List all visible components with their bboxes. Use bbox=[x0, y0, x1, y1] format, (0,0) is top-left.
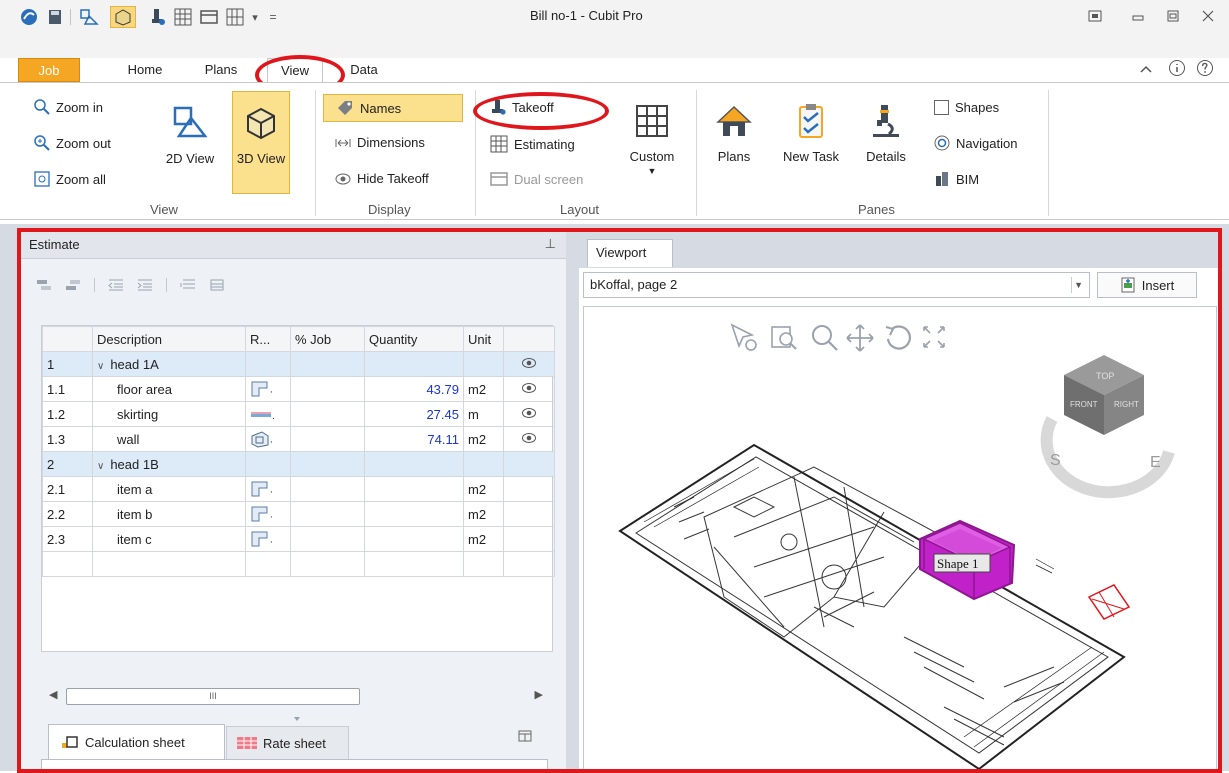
screen-layout-icon[interactable] bbox=[1081, 5, 1109, 27]
maximize-icon[interactable] bbox=[1159, 5, 1187, 27]
navigation-label: Navigation bbox=[956, 135, 1018, 151]
custom-layout-large-icon bbox=[636, 105, 668, 137]
estimating-button[interactable]: Estimating bbox=[490, 135, 575, 153]
bim-icon bbox=[936, 172, 948, 186]
custom-layout-icon[interactable] bbox=[224, 6, 246, 28]
plans-pane-label: Plans bbox=[717, 149, 751, 164]
plans-pane-button[interactable]: Plans bbox=[706, 102, 762, 164]
tab-home[interactable]: Home bbox=[118, 58, 172, 82]
dimensions-label: Dimensions bbox=[357, 135, 425, 150]
ribbon-separator bbox=[1048, 90, 1049, 216]
custom-layout-button[interactable]: Custom ▼ bbox=[622, 102, 682, 176]
group-label-layout: Layout bbox=[560, 202, 600, 217]
group-label-display: Display bbox=[368, 202, 411, 217]
title-bar: ▾ = Bill no-1 - Cubit Pro bbox=[0, 0, 1229, 58]
close-icon[interactable] bbox=[1194, 5, 1222, 27]
ribbon-collapse-icon[interactable] bbox=[1139, 62, 1153, 79]
hide-takeoff-label: Hide Takeoff bbox=[357, 171, 429, 186]
custom-dropdown-icon[interactable]: ▼ bbox=[622, 166, 682, 176]
hide-takeoff-button[interactable]: Hide Takeoff bbox=[335, 171, 429, 186]
info-icon[interactable] bbox=[1168, 59, 1186, 80]
3d-view-button[interactable]: 3D View bbox=[232, 91, 290, 194]
save-icon[interactable] bbox=[44, 6, 66, 28]
bim-pane-toggle[interactable]: BIM bbox=[934, 171, 979, 187]
3d-view-icon[interactable] bbox=[110, 6, 136, 28]
shapes-pane-toggle[interactable]: Shapes bbox=[934, 100, 999, 115]
details-label: Details bbox=[866, 149, 906, 164]
3d-view-label: 3D View bbox=[236, 151, 286, 166]
group-label-view: View bbox=[150, 202, 178, 217]
dimensions-icon bbox=[335, 138, 351, 147]
eye-icon bbox=[335, 173, 351, 184]
tab-data[interactable]: Data bbox=[340, 58, 388, 82]
shapes-checkbox[interactable] bbox=[934, 100, 949, 115]
names-label: Names bbox=[360, 100, 402, 116]
minimize-icon[interactable] bbox=[1124, 5, 1152, 27]
clipboard-icon bbox=[799, 104, 823, 138]
tab-job[interactable]: Job bbox=[18, 58, 80, 82]
zoom-all-label: Zoom all bbox=[56, 171, 106, 187]
dual-screen-label: Dual screen bbox=[514, 171, 584, 187]
dual-screen-icon bbox=[490, 172, 508, 186]
zoom-all-button[interactable]: Zoom all bbox=[34, 171, 106, 187]
zoom-out-label: Zoom out bbox=[56, 135, 111, 151]
takeoff-icon[interactable] bbox=[146, 6, 168, 28]
3d-view-large-icon bbox=[247, 107, 275, 140]
qa-customize-icon[interactable]: = bbox=[262, 6, 284, 28]
navigation-icon bbox=[934, 135, 950, 151]
new-task-label: New Task bbox=[782, 149, 840, 164]
2d-view-label: 2D View bbox=[165, 151, 215, 166]
custom-label: Custom bbox=[629, 149, 675, 164]
zoom-all-icon bbox=[34, 171, 50, 187]
names-button[interactable]: Names bbox=[323, 94, 463, 122]
zoom-in-label: Zoom in bbox=[56, 99, 103, 115]
zoom-in-button[interactable]: Zoom in bbox=[34, 99, 103, 115]
navigation-pane-toggle[interactable]: Navigation bbox=[934, 135, 1017, 151]
ribbon-separator bbox=[315, 90, 316, 216]
group-label-panes: Panes bbox=[858, 202, 895, 217]
zoom-in-icon bbox=[34, 99, 50, 115]
ribbon-separator bbox=[696, 90, 697, 216]
qa-separator bbox=[70, 9, 71, 25]
microscope-icon bbox=[873, 105, 899, 137]
dimensions-button[interactable]: Dimensions bbox=[335, 135, 425, 150]
2d-view-button[interactable]: 2D View bbox=[160, 104, 220, 166]
dual-screen-button[interactable]: Dual screen bbox=[490, 171, 583, 187]
help-icon[interactable] bbox=[1196, 59, 1214, 80]
zoom-out-icon bbox=[34, 135, 50, 151]
annotation-circle-takeoff bbox=[473, 92, 609, 130]
bim-label: BIM bbox=[956, 171, 980, 187]
shapes-label: Shapes bbox=[955, 100, 1000, 115]
house-icon bbox=[716, 105, 752, 136]
estimating-icon[interactable] bbox=[172, 6, 194, 28]
details-button[interactable]: Details bbox=[856, 102, 916, 164]
new-task-button[interactable]: New Task bbox=[773, 102, 849, 164]
2d-view-icon[interactable] bbox=[78, 6, 100, 28]
app-logo-icon[interactable] bbox=[18, 6, 40, 28]
window-title: Bill no-1 - Cubit Pro bbox=[530, 8, 643, 23]
zoom-out-button[interactable]: Zoom out bbox=[34, 135, 111, 151]
dual-screen-icon[interactable] bbox=[198, 6, 220, 28]
estimating-label: Estimating bbox=[514, 136, 575, 152]
annotation-frame bbox=[17, 228, 1222, 773]
tab-plans[interactable]: Plans bbox=[197, 58, 245, 82]
2d-view-large-icon bbox=[173, 106, 208, 138]
tag-icon bbox=[338, 101, 352, 115]
estimating-icon bbox=[490, 135, 508, 153]
